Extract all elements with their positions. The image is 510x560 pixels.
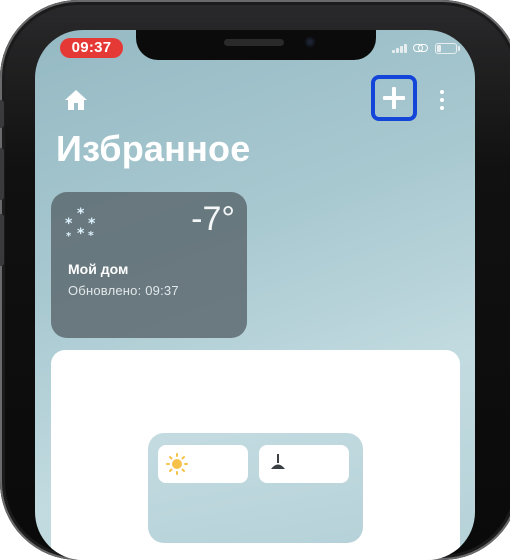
more-options-button[interactable] <box>431 86 453 114</box>
status-icons <box>392 42 460 54</box>
side-button-volume-down <box>0 214 4 266</box>
sun-icon <box>166 453 188 475</box>
svg-text:*: * <box>77 206 85 222</box>
lamp-icon <box>271 454 285 469</box>
signal-icon <box>392 43 407 53</box>
notch <box>136 30 376 60</box>
link-icon <box>413 43 429 53</box>
device-preview-panel <box>148 433 363 543</box>
home-icon <box>65 90 87 110</box>
app-screen: 09:37 Избранное * * * * * * -7° Мой дом … <box>35 30 475 560</box>
svg-text:*: * <box>77 226 85 240</box>
svg-text:*: * <box>65 216 73 232</box>
temperature: -7° <box>191 200 235 238</box>
page-title: Избранное <box>56 128 251 169</box>
device-preview-card <box>51 350 460 560</box>
snow-icon: * * * * * * <box>65 206 96 240</box>
add-button[interactable] <box>371 75 417 121</box>
side-button-volume-up <box>0 148 4 200</box>
side-button-mute <box>0 100 4 128</box>
tile-lamp[interactable] <box>259 445 349 483</box>
svg-text:*: * <box>88 229 94 240</box>
more-dot <box>440 90 444 94</box>
weather-card[interactable]: * * * * * * -7° Мой дом Обновлено: 09:37 <box>51 192 247 338</box>
more-dot <box>440 106 444 110</box>
home-button[interactable] <box>61 85 91 115</box>
svg-text:*: * <box>66 231 72 240</box>
earpiece-speaker <box>224 39 284 46</box>
home-name: Мой дом <box>68 261 129 277</box>
tile-light[interactable] <box>158 445 248 483</box>
plus-icon <box>383 87 405 109</box>
phone-frame: 09:37 Избранное * * * * * * -7° Мой дом … <box>0 0 510 560</box>
front-camera <box>305 37 315 47</box>
battery-icon <box>435 42 460 54</box>
status-time: 09:37 <box>60 38 123 58</box>
updated-time: Обновлено: 09:37 <box>68 283 179 298</box>
more-dot <box>440 98 444 102</box>
